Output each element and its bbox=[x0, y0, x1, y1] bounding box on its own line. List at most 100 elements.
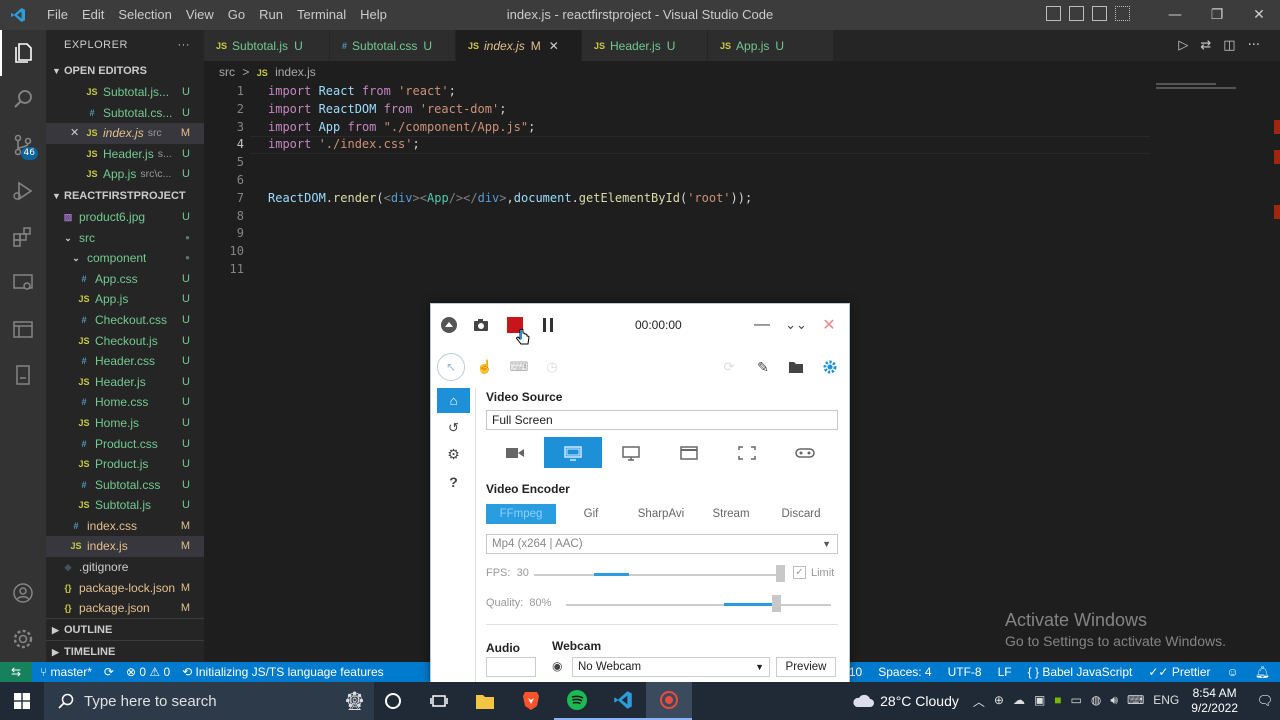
weather-widget[interactable]: 28°C Cloudy bbox=[852, 693, 959, 709]
close-tab-icon[interactable]: ✕ bbox=[549, 39, 559, 53]
editor-tab[interactable]: JS index.js M ✕ bbox=[456, 30, 582, 61]
file-tree-item[interactable]: ◆ .gitignore bbox=[46, 557, 204, 578]
region-source-button[interactable] bbox=[718, 437, 776, 468]
maximize-button[interactable]: ❐ bbox=[1196, 0, 1238, 30]
timeline-section[interactable]: ▶ TIMELINE bbox=[46, 640, 204, 662]
open-editor-item[interactable]: ✕ JS index.js src M bbox=[46, 123, 204, 144]
audio-device-select[interactable] bbox=[486, 657, 536, 677]
notebook-activity[interactable] bbox=[0, 352, 46, 398]
sync-icon[interactable]: ⟳ bbox=[104, 665, 114, 679]
indentation[interactable]: Spaces: 4 bbox=[878, 665, 931, 679]
menu-help[interactable]: Help bbox=[353, 0, 394, 30]
feedback-icon[interactable]: ☺ bbox=[1227, 665, 1239, 679]
settings-nav-button[interactable]: ⚙ bbox=[437, 442, 470, 467]
split-editor-icon[interactable]: ◫ bbox=[1223, 38, 1235, 53]
file-tree-item[interactable]: JS index.js M bbox=[46, 536, 204, 558]
run-icon[interactable]: ▷ bbox=[1178, 38, 1188, 53]
battery-icon[interactable]: ▭ bbox=[1071, 693, 1082, 710]
spotify-app[interactable] bbox=[554, 682, 600, 720]
explorer-activity[interactable] bbox=[0, 30, 46, 76]
breadcrumb-file[interactable]: index.js bbox=[275, 65, 316, 79]
home-nav-button[interactable]: ⌂ bbox=[437, 388, 470, 413]
file-tree-item[interactable]: {} package-lock.json M bbox=[46, 578, 204, 599]
file-tree-item[interactable]: # Product.css U bbox=[46, 434, 204, 455]
screenshot-button[interactable] bbox=[471, 315, 491, 335]
problems-status[interactable]: ⊗ 0 ⚠ 0 bbox=[126, 665, 170, 679]
game-source-button[interactable] bbox=[776, 437, 834, 468]
limit-checkbox[interactable]: ✓ bbox=[793, 566, 806, 579]
encoding[interactable]: UTF-8 bbox=[948, 665, 982, 679]
encoder-tab-sharpavi[interactable]: SharpAvi bbox=[626, 504, 696, 524]
app-tray-icon[interactable]: ▣ bbox=[1034, 693, 1045, 710]
file-tree-item[interactable]: ⌄ component ● bbox=[46, 248, 204, 269]
encoder-format-select[interactable]: Mp4 (x264 | AAC) ▼ bbox=[486, 534, 838, 554]
fps-slider-track[interactable] bbox=[534, 574, 784, 576]
menu-run[interactable]: Run bbox=[252, 0, 290, 30]
branch-status[interactable]: ⑂ master* bbox=[40, 665, 92, 679]
close-window-button[interactable]: ✕ bbox=[1238, 0, 1280, 30]
webcam-select[interactable]: No Webcam ▼ bbox=[572, 657, 770, 677]
brave-app[interactable] bbox=[508, 682, 554, 720]
prettier-status[interactable]: ✓✓ Prettier bbox=[1148, 665, 1210, 679]
annotate-button[interactable]: ✎ bbox=[749, 353, 777, 381]
breadcrumb-folder[interactable]: src bbox=[219, 65, 235, 79]
menu-go[interactable]: Go bbox=[221, 0, 252, 30]
language-status[interactable]: ⟲ Initializing JS/TS language features bbox=[182, 665, 384, 679]
editor-tab[interactable]: JS App.js U bbox=[708, 30, 834, 61]
cursor-toggle[interactable]: ↖ bbox=[437, 353, 465, 381]
editor-tab[interactable]: # Subtotal.css U bbox=[330, 30, 456, 61]
help-nav-button[interactable]: ? bbox=[437, 469, 470, 494]
chevron-up-icon[interactable]: ︿ bbox=[973, 693, 985, 710]
encoder-tab-gif[interactable]: Gif bbox=[556, 504, 626, 524]
device-icon[interactable]: ⊕ bbox=[994, 693, 1004, 710]
settings-button[interactable] bbox=[816, 353, 844, 381]
fps-slider-thumb[interactable] bbox=[776, 565, 785, 582]
project-section[interactable]: ▼ REACTFIRSTPROJECT bbox=[46, 185, 204, 207]
more-actions-icon[interactable]: ··· bbox=[1248, 38, 1260, 53]
open-changes-icon[interactable]: ⇄ bbox=[1200, 38, 1211, 53]
taskbar-search[interactable]: Type here to search 🎡︎ bbox=[44, 682, 374, 720]
collapse-button[interactable] bbox=[439, 315, 459, 335]
toggle-secondary-sidebar-icon[interactable] bbox=[1092, 6, 1107, 21]
file-tree-item[interactable]: # index.css M bbox=[46, 516, 204, 537]
outline-section[interactable]: ▶ OUTLINE bbox=[46, 618, 204, 640]
minimize-recorder-button[interactable]: — bbox=[752, 315, 772, 335]
volume-icon[interactable]: 🔊︎ bbox=[1110, 693, 1118, 710]
menu-selection[interactable]: Selection bbox=[111, 0, 178, 30]
file-tree-item[interactable]: # Home.css U bbox=[46, 392, 204, 413]
menu-terminal[interactable]: Terminal bbox=[290, 0, 353, 30]
output-folder-button[interactable] bbox=[782, 353, 810, 381]
pause-button[interactable] bbox=[538, 315, 558, 335]
file-tree-item[interactable]: # App.css U bbox=[46, 269, 204, 290]
file-tree-item[interactable]: # Header.css U bbox=[46, 351, 204, 372]
menu-view[interactable]: View bbox=[179, 0, 221, 30]
file-tree-item[interactable]: # Subtotal.css U bbox=[46, 475, 204, 496]
minimize-button[interactable]: — bbox=[1154, 0, 1196, 30]
run-debug-activity[interactable] bbox=[0, 168, 46, 214]
language-mode[interactable]: { } Babel JavaScript bbox=[1028, 665, 1133, 679]
search-activity[interactable] bbox=[0, 76, 46, 122]
timer-toggle[interactable]: ◷ bbox=[538, 353, 566, 381]
editor-tab[interactable]: JS Header.js U bbox=[582, 30, 708, 61]
file-tree-item[interactable]: JS Home.js U bbox=[46, 413, 204, 434]
remote-explorer-activity[interactable] bbox=[0, 260, 46, 306]
file-tree-item[interactable]: JS Subtotal.js U bbox=[46, 495, 204, 516]
encoder-tab-discard[interactable]: Discard bbox=[766, 504, 836, 524]
menu-file[interactable]: File bbox=[40, 0, 75, 30]
accounts-activity[interactable] bbox=[0, 570, 46, 616]
action-center-button[interactable]: 🗨︎ bbox=[1250, 693, 1280, 709]
task-view-button[interactable] bbox=[416, 682, 462, 720]
network-icon[interactable]: ◍ bbox=[1091, 693, 1101, 710]
menu-edit[interactable]: Edit bbox=[75, 0, 111, 30]
line-ending[interactable]: LF bbox=[998, 665, 1012, 679]
open-editor-item[interactable]: JS App.js src\c... U bbox=[46, 164, 204, 185]
vscode-app[interactable] bbox=[600, 682, 646, 720]
start-button[interactable] bbox=[0, 682, 44, 720]
quality-slider-thumb[interactable] bbox=[772, 595, 781, 612]
open-editor-item[interactable]: JS Subtotal.js... U bbox=[46, 82, 204, 103]
recorder-app[interactable] bbox=[646, 682, 692, 720]
open-editor-item[interactable]: # Subtotal.cs... U bbox=[46, 103, 204, 124]
manage-activity[interactable] bbox=[0, 616, 46, 662]
file-explorer-app[interactable] bbox=[462, 682, 508, 720]
customize-layout-icon[interactable] bbox=[1115, 6, 1130, 21]
